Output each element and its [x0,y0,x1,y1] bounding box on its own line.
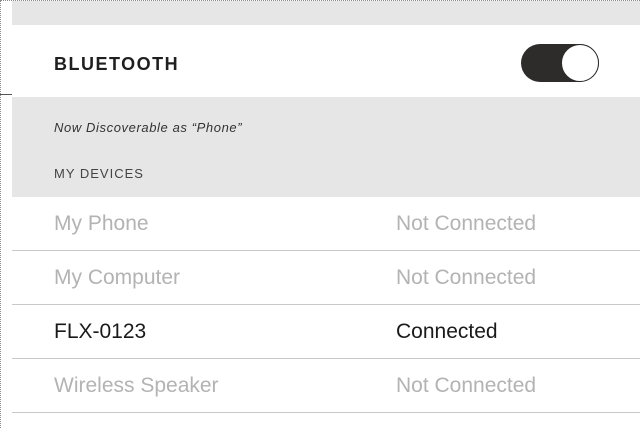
device-list: My Phone Not Connected My Computer Not C… [12,197,640,413]
toggle-knob [561,44,599,82]
bluetooth-header: BLUETOOTH [12,25,640,97]
device-row-wireless-speaker[interactable]: Wireless Speaker Not Connected [12,359,640,413]
page-title: BLUETOOTH [54,54,180,74]
discoverable-status-text: Now Discoverable as “Phone” [54,120,243,135]
device-name: My Phone [54,212,149,235]
frame-tick-mark [0,94,12,95]
device-status: Not Connected [396,212,537,235]
screen-frame: BLUETOOTH Now Discoverable as “Phone” MY… [0,0,640,428]
device-row-my-phone[interactable]: My Phone Not Connected [12,197,640,251]
frame-guide-left [0,0,1,428]
my-devices-heading: MY DEVICES [54,166,144,181]
device-status: Not Connected [396,374,537,397]
top-gray-band [12,1,640,25]
device-name: My Computer [54,266,181,289]
device-status: Not Connected [396,266,537,289]
bluetooth-toggle[interactable] [521,44,599,82]
bluetooth-settings-panel: BLUETOOTH Now Discoverable as “Phone” MY… [12,25,640,428]
device-name: Wireless Speaker [54,374,219,397]
device-name: FLX-0123 [54,320,147,343]
discoverable-info-block: Now Discoverable as “Phone” MY DEVICES [12,97,640,197]
device-row-flx-0123[interactable]: FLX-0123 Connected [12,305,640,359]
device-status: Connected [396,320,498,343]
device-row-my-computer[interactable]: My Computer Not Connected [12,251,640,305]
frame-guide-top [0,0,640,1]
